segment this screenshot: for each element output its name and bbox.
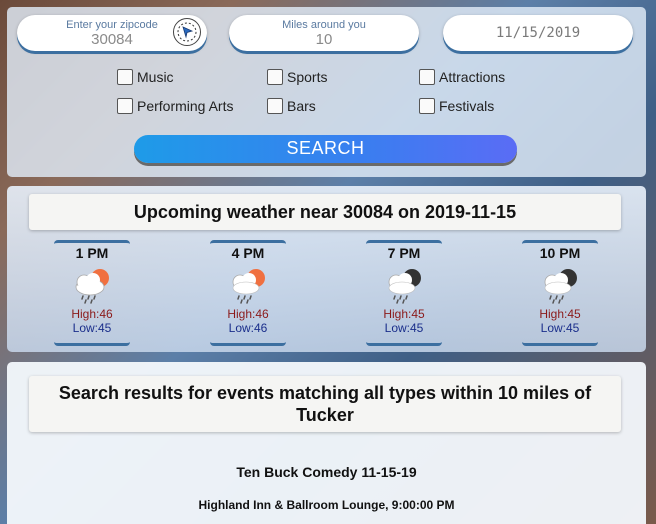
low-temp: Low:45: [384, 321, 424, 335]
category-festivals-checkbox[interactable]: Festivals: [419, 98, 494, 114]
rain-cloud-sun-icon: [232, 269, 265, 304]
checkbox-box[interactable]: [267, 98, 283, 114]
date-value[interactable]: 11/15/2019: [443, 25, 633, 41]
miles-value[interactable]: 10: [229, 31, 419, 48]
checkbox-box[interactable]: [117, 69, 133, 85]
rain-cloud-sun-icon: [75, 269, 109, 304]
search-panel: Enter your zipcode 30084 Miles around yo…: [7, 7, 646, 177]
event-venue: Highland Inn & Ballroom Lounge, 9:00:00 …: [198, 498, 455, 512]
hour-time: 4 PM: [231, 245, 265, 261]
high-temp: High:45: [383, 307, 425, 321]
checkbox-box[interactable]: [117, 98, 133, 114]
weather-hour-card: 7 PM High:45 Low:45: [366, 240, 442, 346]
weather-hour-card: 1 PM High:46 Low:45: [54, 240, 130, 346]
zipcode-field[interactable]: Enter your zipcode 30084: [17, 15, 207, 51]
event-name[interactable]: Ten Buck Comedy 11-15-19: [7, 464, 646, 480]
category-label: Performing Arts: [137, 98, 234, 114]
category-attractions-checkbox[interactable]: Attractions: [419, 69, 505, 85]
rain-cloud-moon-icon: [544, 269, 577, 304]
category-label: Festivals: [439, 98, 495, 114]
low-temp: Low:45: [540, 321, 580, 335]
low-temp: Low:46: [228, 321, 268, 335]
category-music-checkbox[interactable]: Music: [117, 69, 174, 85]
weather-panel: Upcoming weather near 30084 on 2019-11-1…: [7, 186, 646, 352]
hour-time: 7 PM: [387, 245, 421, 261]
location-arrow-icon[interactable]: [173, 18, 201, 46]
category-performing-arts-checkbox[interactable]: Performing Arts: [117, 98, 233, 114]
checkbox-box[interactable]: [419, 98, 435, 114]
miles-label: Miles around you: [282, 19, 366, 31]
high-temp: High:45: [539, 307, 581, 321]
weather-hour-card: 10 PM High:45 Low:45: [522, 240, 598, 346]
search-button[interactable]: SEARCH: [134, 135, 517, 163]
hour-time: 1 PM: [75, 245, 109, 261]
checkbox-box[interactable]: [267, 69, 283, 85]
low-temp: Low:45: [72, 321, 112, 335]
category-label: Music: [137, 69, 174, 85]
category-label: Sports: [287, 69, 328, 85]
category-bars-checkbox[interactable]: Bars: [267, 98, 316, 114]
miles-field[interactable]: Miles around you 10: [229, 15, 419, 51]
results-title: Search results for events matching all t…: [29, 376, 621, 432]
hour-time: 10 PM: [539, 245, 581, 261]
date-field[interactable]: 11/15/2019: [443, 15, 633, 51]
checkbox-box[interactable]: [419, 69, 435, 85]
high-temp: High:46: [227, 307, 269, 321]
weather-title: Upcoming weather near 30084 on 2019-11-1…: [29, 194, 621, 230]
high-temp: High:46: [71, 307, 113, 321]
results-panel: Search results for events matching all t…: [7, 362, 646, 524]
category-label: Attractions: [439, 69, 506, 85]
category-label: Bars: [287, 98, 316, 114]
weather-hour-card: 4 PM High:46 Low:46: [210, 240, 286, 346]
category-sports-checkbox[interactable]: Sports: [267, 69, 327, 85]
rain-cloud-moon-icon: [388, 269, 421, 304]
